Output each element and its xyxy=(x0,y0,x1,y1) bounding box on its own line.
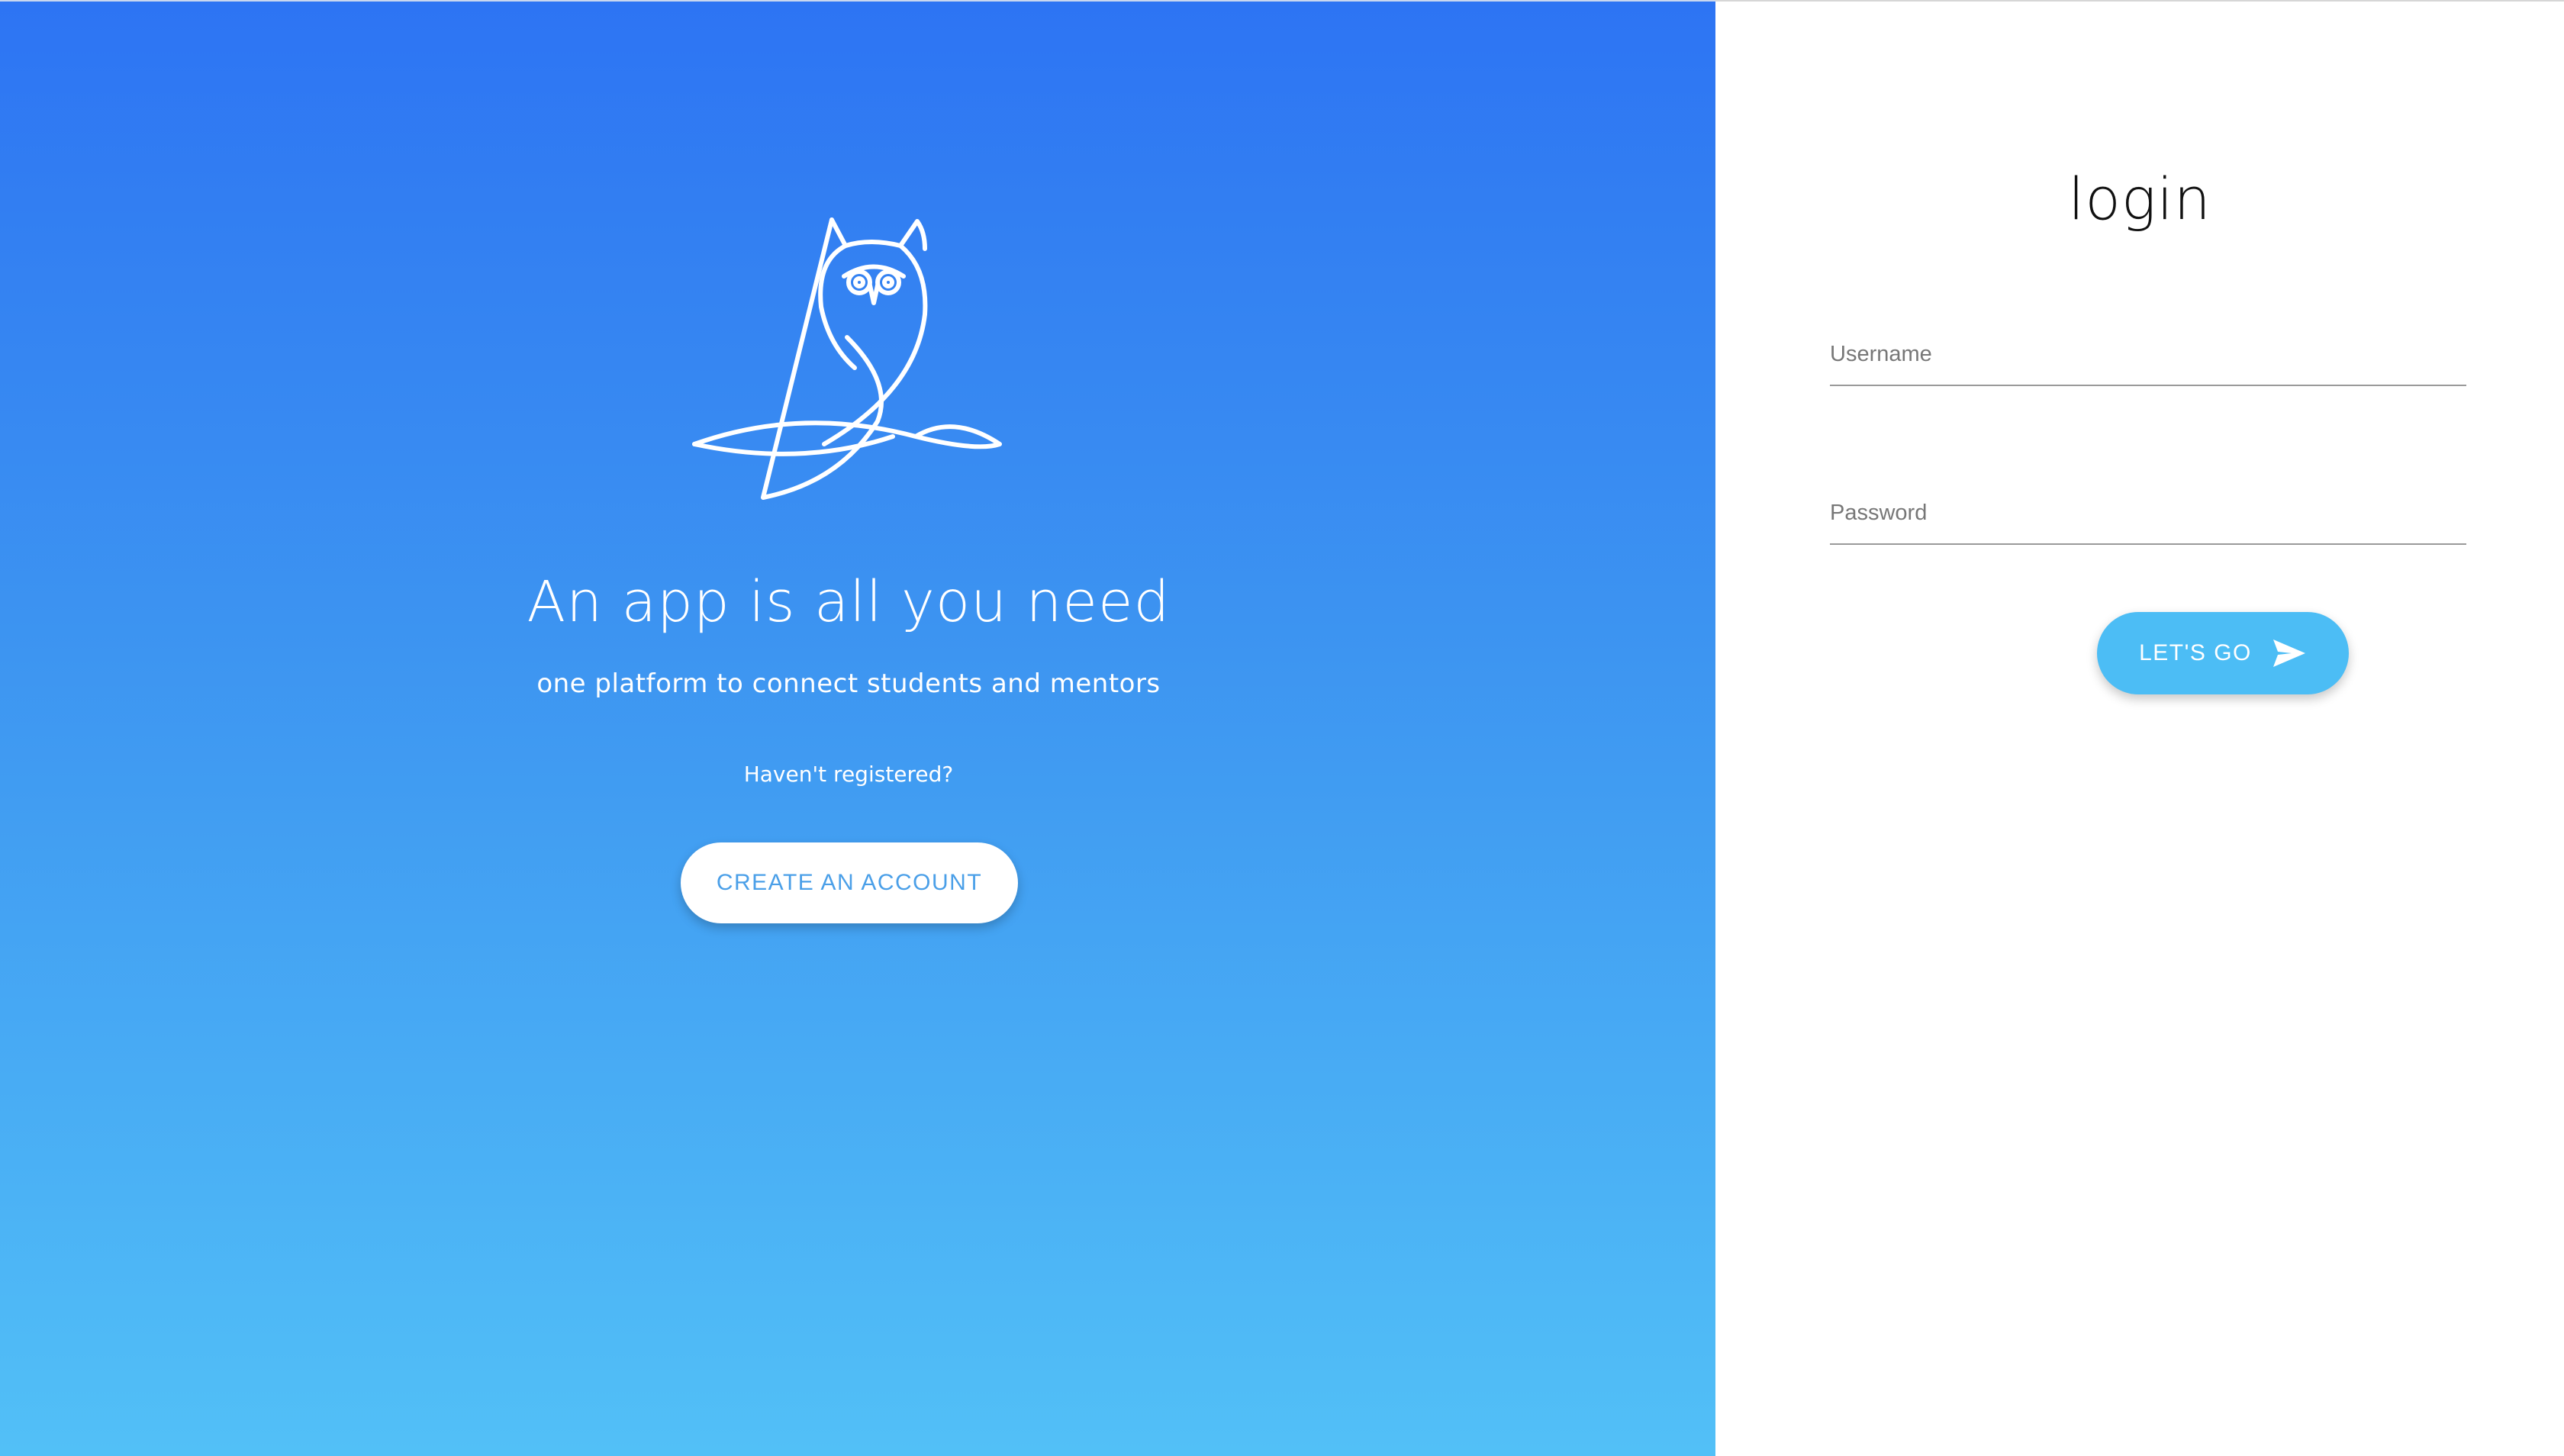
owl-icon xyxy=(692,217,1002,500)
lets-go-label: LET'S GO xyxy=(2139,640,2252,665)
login-title: login xyxy=(2068,165,2211,233)
hero-title: An app is all you need xyxy=(527,569,1171,635)
register-question: Haven't registered? xyxy=(743,762,954,787)
username-input[interactable] xyxy=(1830,333,2466,386)
create-account-button[interactable]: CREATE AN ACCOUNT xyxy=(681,842,1018,923)
send-icon xyxy=(2272,639,2305,667)
create-account-label: CREATE AN ACCOUNT xyxy=(716,870,983,895)
hero-subtitle: one platform to connect students and men… xyxy=(536,668,1161,699)
password-input[interactable] xyxy=(1830,491,2466,545)
hero-panel: An app is all you need one platform to c… xyxy=(0,0,1715,1456)
page: An app is all you need one platform to c… xyxy=(0,0,2564,1456)
login-panel: login LET'S GO xyxy=(1715,0,2564,1456)
lets-go-button[interactable]: LET'S GO xyxy=(2097,612,2349,694)
